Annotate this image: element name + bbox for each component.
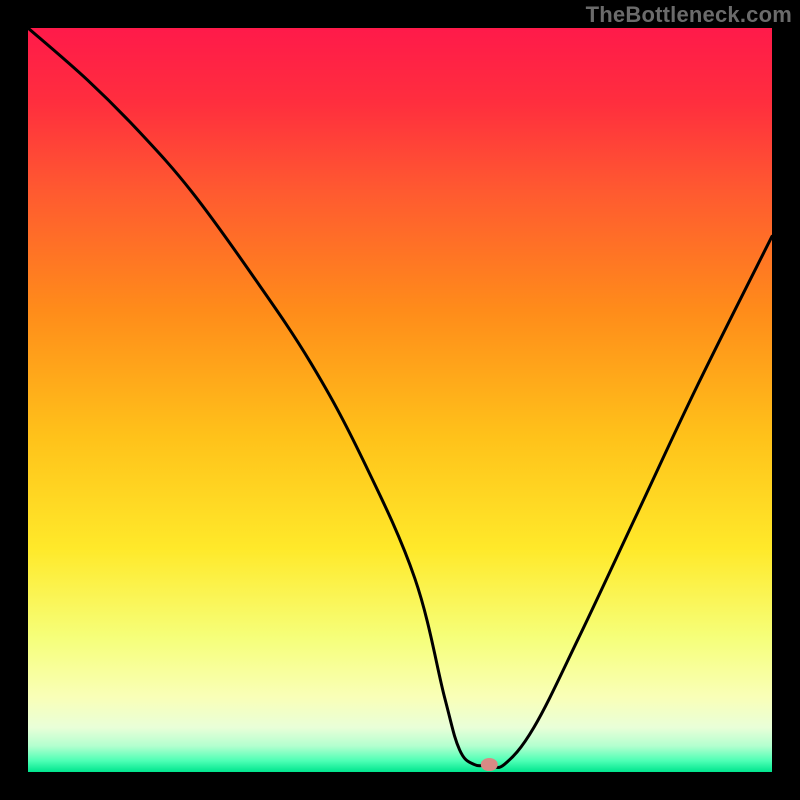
bottleneck-chart (28, 28, 772, 772)
optimal-point-marker (481, 759, 497, 771)
gradient-background (28, 28, 772, 772)
watermark-label: TheBottleneck.com (586, 2, 792, 28)
chart-frame: TheBottleneck.com (0, 0, 800, 800)
